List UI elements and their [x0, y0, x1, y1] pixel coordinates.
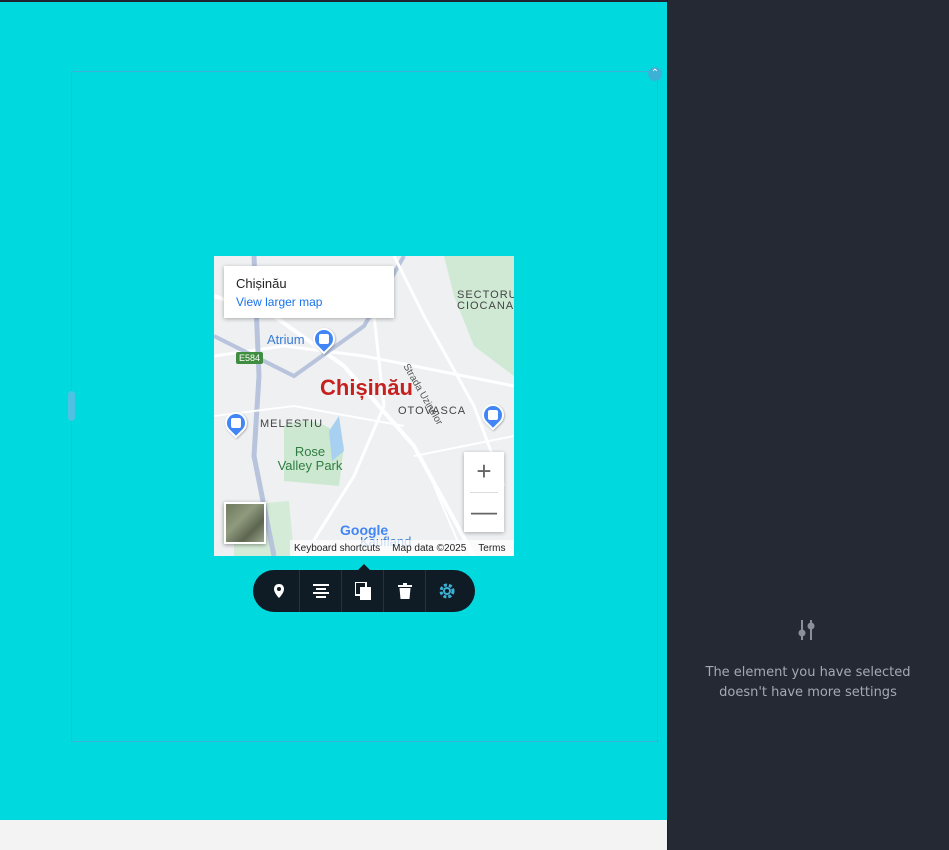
map-embed[interactable]: Chișinău View larger map E584 Atrium Chi… — [214, 256, 514, 556]
settings-panel: The element you have selected doesn't ha… — [667, 0, 949, 850]
map-place-title: Chișinău — [236, 276, 287, 291]
zoom-out-button[interactable]: — — [464, 492, 504, 532]
zoom-in-button[interactable]: + — [464, 452, 504, 492]
district-label: MELESTIU — [260, 418, 324, 430]
map-attribution: Keyboard shortcuts Map data ©2025 Terms — [290, 540, 514, 556]
align-icon — [312, 584, 329, 598]
google-logo: Google — [340, 522, 389, 538]
city-label: Chișinău — [320, 375, 413, 400]
park-label: Rose Valley Park — [277, 444, 343, 473]
road-shield: E584 — [236, 352, 264, 364]
canvas-footer-area — [0, 820, 667, 850]
no-settings-message: The element you have selected doesn't ha… — [705, 665, 911, 700]
poi-atrium-label[interactable]: Atrium — [267, 332, 305, 347]
location-pin-icon — [273, 584, 284, 598]
view-larger-map-link[interactable]: View larger map — [236, 295, 382, 309]
settings-icon — [439, 583, 455, 599]
align-button[interactable] — [300, 570, 342, 612]
duplicate-button[interactable] — [342, 570, 384, 612]
zoom-controls: + — — [464, 452, 504, 532]
keyboard-shortcuts-link[interactable]: Keyboard shortcuts — [294, 543, 380, 554]
delete-icon — [397, 583, 412, 599]
map-data-text: Map data ©2025 — [392, 542, 467, 554]
settings-button[interactable] — [426, 570, 468, 612]
sliders-icon — [798, 620, 815, 640]
delete-button[interactable] — [384, 570, 426, 612]
map-info-card: Chișinău View larger map — [224, 266, 394, 318]
terms-link[interactable]: Terms — [478, 543, 505, 554]
duplicate-icon — [354, 582, 371, 600]
location-button[interactable] — [258, 570, 300, 612]
resize-handle[interactable] — [68, 391, 75, 421]
section-collapse-icon[interactable]: ⌃ — [648, 67, 662, 81]
district-label: CIOCANA — [457, 300, 514, 312]
satellite-toggle-button[interactable] — [224, 502, 266, 544]
element-toolbar — [253, 570, 475, 612]
